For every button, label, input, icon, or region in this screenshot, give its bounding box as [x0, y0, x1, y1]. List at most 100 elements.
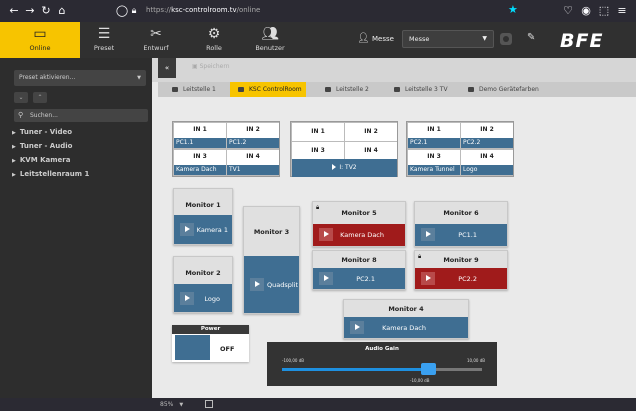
tree-item-label: Leitstellenraum 1: [19, 170, 90, 178]
power-title: Power: [172, 325, 249, 334]
forward-icon[interactable]: →: [22, 3, 38, 19]
pocket-icon[interactable]: ♡: [560, 3, 576, 19]
audio-min-label: -100,00 dB: [282, 358, 304, 363]
input-label: IN 1: [427, 126, 441, 133]
tree-item-leitstellenraum-1[interactable]: ▶ Leitstellenraum 1: [12, 170, 89, 178]
reload-icon[interactable]: ↻: [38, 3, 54, 19]
tab-ksc-controlroom[interactable]: KSC ControlRoom: [230, 82, 306, 97]
play-icon[interactable]: [421, 272, 435, 285]
power-switch[interactable]: [175, 335, 210, 360]
monitor-source-bar[interactable]: PC1.1: [415, 224, 507, 246]
input-label: IN 1: [311, 128, 325, 135]
matrix-input[interactable]: IN 3: [292, 142, 344, 159]
screen-icon: [394, 86, 400, 92]
play-icon[interactable]: [319, 272, 333, 285]
sidebar: Preset aktivieren... ▼ ⌄ ⌃ ⚲ Suchen... ▶…: [0, 58, 152, 398]
matrix-input[interactable]: IN 2: [345, 123, 397, 141]
monitor-source-bar[interactable]: Kamera 1: [174, 215, 232, 244]
matrix-input[interactable]: IN 3 Kamera Dach: [174, 150, 226, 175]
play-icon[interactable]: [350, 321, 364, 334]
matrix-input[interactable]: IN 2 PC1.2: [227, 123, 279, 148]
matrix-input[interactable]: IN 4 Logo: [461, 150, 513, 175]
monitor-source-bar[interactable]: Kamera Dach: [344, 317, 468, 338]
matrix-input[interactable]: IN 2 PC2.2: [461, 123, 513, 148]
address-bar[interactable]: https://ksc-controlroom.tv/online: [146, 6, 260, 14]
audio-max-label: 10,00 dB: [466, 358, 485, 363]
expand-all-button[interactable]: ⌃: [33, 92, 47, 103]
monitor-5-tile[interactable]: 🔒︎ Monitor 5 Kamera Dach: [312, 201, 406, 247]
back-icon[interactable]: ←: [6, 3, 22, 19]
bookmark-star-icon[interactable]: ★: [508, 3, 518, 16]
input-label: IN 3: [311, 147, 325, 154]
settings-button[interactable]: [500, 33, 512, 45]
list-icon: ☰: [97, 26, 111, 42]
monitor-source: Logo: [204, 295, 220, 303]
play-icon[interactable]: [250, 278, 264, 291]
screen-icon: [325, 86, 331, 92]
tree-item-kvm-kamera[interactable]: ▶ KVM Kamera: [12, 156, 70, 164]
preset-button[interactable]: ☰ Preset: [80, 22, 128, 58]
monitor-source-bar[interactable]: Kamera Dach: [313, 224, 405, 246]
input-label: IN 3: [193, 153, 207, 160]
monitor-source-bar[interactable]: Quadsplit: [244, 256, 299, 313]
fit-screen-icon[interactable]: [205, 400, 213, 408]
save-label: Speichern: [199, 63, 230, 70]
save-button[interactable]: ▣ Speichern: [192, 63, 230, 70]
monitor-3-tile[interactable]: Monitor 3 Quadsplit: [243, 206, 300, 314]
theme-brush-icon[interactable]: ✎: [527, 32, 535, 43]
account-icon[interactable]: ◉: [578, 3, 594, 19]
matrix-input[interactable]: IN 1 PC2.1: [408, 123, 460, 148]
monitor-source-bar[interactable]: PC2.2: [415, 268, 507, 289]
extensions-icon[interactable]: ⬚: [596, 3, 612, 19]
tab-leitstelle-3-tv[interactable]: Leitstelle 3 TV: [394, 82, 464, 97]
tab-leitstelle-2[interactable]: Leitstelle 2: [325, 82, 385, 97]
input-source: PC2.2: [461, 138, 513, 148]
audio-gain-widget: Audio Gain -100,00 dB 10,00 dB -10,00 dB: [267, 342, 497, 386]
status-bar: 85% ▼: [0, 398, 636, 411]
chevron-down-icon: ▼: [179, 402, 184, 408]
power-toggle-widget: Power OFF: [172, 325, 249, 362]
matrix-input[interactable]: IN 4 TV1: [227, 150, 279, 175]
monitor-4-tile[interactable]: Monitor 4 Kamera Dach: [343, 299, 469, 339]
rolle-button[interactable]: ⚙ Rolle: [190, 22, 238, 58]
collapse-sidebar-button[interactable]: «: [158, 58, 176, 78]
matrix-input[interactable]: IN 1 PC1.1: [174, 123, 226, 148]
monitor-8-tile[interactable]: Monitor 8 PC2.1: [312, 250, 406, 290]
monitor-source: Quadsplit: [266, 281, 298, 289]
monitor-source-bar[interactable]: Logo: [174, 284, 232, 312]
matrix-input[interactable]: IN 1: [292, 123, 344, 141]
matrix-input[interactable]: IN 4: [345, 142, 397, 159]
tab-leitstelle-1[interactable]: Leitstelle 1: [172, 82, 222, 97]
lock-icon[interactable]: 🔒︎: [126, 3, 142, 19]
monitor-1-tile[interactable]: Monitor 1 Kamera 1: [173, 188, 233, 245]
audio-gain-title: Audio Gain: [365, 346, 399, 352]
play-icon[interactable]: [180, 223, 194, 236]
preset-select[interactable]: Preset aktivieren... ▼: [14, 70, 146, 86]
audio-slider-thumb[interactable]: [421, 363, 436, 375]
play-icon[interactable]: [421, 228, 435, 241]
tree-item-tuner-video[interactable]: ▶ Tuner - Video: [12, 128, 72, 136]
tab-demo-geraetefarben[interactable]: Demo Gerätefarben: [468, 82, 558, 97]
project-select[interactable]: Messe ▼: [402, 30, 494, 48]
matrix-input[interactable]: IN 3 Kamera Tunnel: [408, 150, 460, 175]
entwurf-button[interactable]: ✂ Entwurf: [131, 22, 181, 58]
online-button[interactable]: ▭ Online: [0, 22, 80, 58]
monitor-2-tile[interactable]: Monitor 2 Logo: [173, 256, 233, 313]
input-label: IN 3: [427, 153, 441, 160]
monitor-source: Kamera Dach: [382, 324, 426, 332]
benutzer-button[interactable]: 👥︎ Benutzer: [246, 22, 294, 58]
search-input[interactable]: ⚲ Suchen...: [14, 109, 148, 122]
matrix-switch-3: IN 1 PC2.1 IN 2 PC2.2 IN 3 Kamera Tunnel IN…: [406, 121, 514, 177]
play-icon[interactable]: [180, 292, 194, 305]
menu-icon[interactable]: ≡: [614, 3, 630, 19]
home-icon[interactable]: ⌂: [54, 3, 70, 19]
monitor-9-tile[interactable]: 🔒︎ Monitor 9 PC2.2: [414, 250, 508, 290]
matrix-output[interactable]: I: TV2: [292, 159, 397, 177]
play-icon[interactable]: [319, 228, 333, 241]
monitor-source-bar[interactable]: PC2.1: [313, 268, 405, 289]
chevron-down-icon: ▼: [482, 35, 487, 42]
monitor-6-tile[interactable]: Monitor 6 PC1.1: [414, 201, 508, 247]
collapse-all-button[interactable]: ⌄: [14, 92, 28, 103]
tree-item-tuner-audio[interactable]: ▶ Tuner - Audio: [12, 142, 72, 150]
zoom-select[interactable]: 85% ▼: [160, 401, 183, 408]
